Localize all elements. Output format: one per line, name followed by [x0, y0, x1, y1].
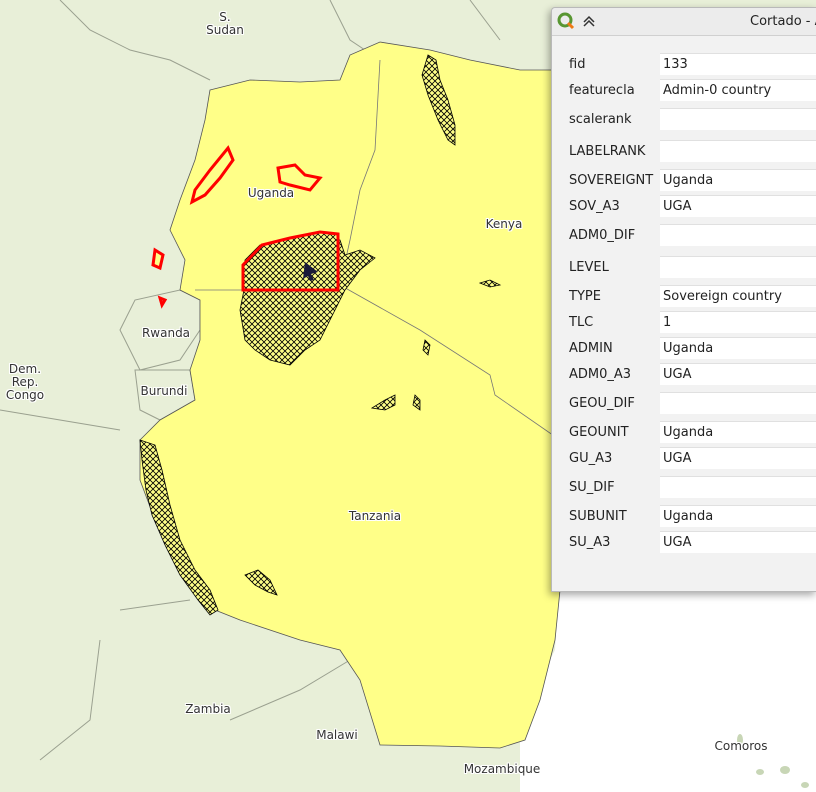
attr-row-labelrank: LABELRANK	[552, 139, 816, 165]
label-tanzania: Tanzania	[348, 509, 402, 523]
attr-key: SUBUNIT	[569, 509, 627, 524]
attr-row-level: LEVEL	[552, 255, 816, 281]
attr-value: Uganda	[663, 341, 714, 356]
label-uganda: Uganda	[247, 186, 295, 200]
attr-key: GU_A3	[569, 451, 613, 466]
attr-row-sovereignt: SOVEREIGNT Uganda	[552, 168, 816, 194]
label-rwanda: Rwanda	[141, 326, 191, 340]
attr-row-adm0-a3: ADM0_A3 UGA	[552, 362, 816, 388]
attr-key: ADM0_A3	[569, 367, 632, 382]
attr-key: fid	[569, 57, 586, 72]
attr-value-field[interactable]	[660, 108, 816, 130]
attr-key: LABELRANK	[569, 144, 646, 159]
attr-value: UGA	[663, 451, 692, 466]
attr-key: ADMIN	[569, 341, 613, 356]
ocean	[520, 560, 816, 792]
attr-row-su-a3: SU_A3 UGA	[552, 530, 816, 556]
chevron-up-icon[interactable]	[581, 13, 597, 29]
attr-value-field[interactable]	[660, 140, 816, 162]
attr-key: ADM0_DIF	[569, 228, 636, 243]
label-comoros: Comoros	[714, 739, 768, 753]
attr-value-field[interactable]: Uganda	[660, 505, 816, 527]
attr-value: Uganda	[663, 509, 714, 524]
attr-row-subunit: SUBUNIT Uganda	[552, 504, 816, 530]
label-kenya: Kenya	[485, 217, 523, 231]
attr-value-field[interactable]	[660, 224, 816, 246]
attr-value-field[interactable]	[660, 256, 816, 278]
attr-key: SU_DIF	[569, 480, 615, 495]
label-mozambique: Mozambique	[463, 762, 541, 776]
attr-key: featurecla	[569, 83, 635, 98]
label-burundi: Burundi	[140, 384, 188, 398]
label-malawi: Malawi	[316, 728, 358, 742]
attr-value: Admin-0 country	[663, 83, 772, 98]
attr-row-tlc: TLC 1	[552, 310, 816, 336]
attr-value-field[interactable]: Uganda	[660, 421, 816, 443]
attr-value-field[interactable]: 133	[660, 53, 816, 75]
attr-row-geounit: GEOUNIT Uganda	[552, 420, 816, 446]
attr-value: UGA	[663, 199, 692, 214]
attr-value-field[interactable]: UGA	[660, 531, 816, 553]
qgis-icon	[557, 12, 575, 30]
attr-value-field[interactable]: UGA	[660, 363, 816, 385]
attr-key: TLC	[569, 315, 594, 330]
attr-row-su-dif: SU_DIF	[552, 475, 816, 501]
attr-key: TYPE	[569, 289, 601, 304]
attr-value: UGA	[663, 535, 692, 550]
attr-row-type: TYPE Sovereign country	[552, 284, 816, 310]
attr-value: Sovereign country	[663, 289, 782, 304]
attr-row-fid: fid 133	[552, 52, 816, 78]
attr-key: scalerank	[569, 112, 632, 127]
attr-value-field[interactable]: UGA	[660, 195, 816, 217]
attr-key: LEVEL	[569, 260, 609, 275]
label-drc: Dem. Rep. Congo	[5, 362, 45, 402]
attr-key: GEOU_DIF	[569, 396, 635, 411]
attr-value: 1	[663, 315, 672, 330]
attr-row-gu-a3: GU_A3 UGA	[552, 446, 816, 472]
attr-key: SOV_A3	[569, 199, 620, 214]
feature-attributes-dialog[interactable]: Cortado - A fid 133 featurecla Admin-0 c…	[551, 7, 816, 592]
attr-row-scalerank: scalerank	[552, 107, 816, 133]
attr-value-field[interactable]	[660, 476, 816, 498]
attr-value-field[interactable]: Admin-0 country	[660, 79, 816, 101]
label-s-sudan: S. Sudan	[206, 10, 244, 37]
dialog-titlebar[interactable]: Cortado - A	[552, 8, 816, 36]
attr-row-admin: ADMIN Uganda	[552, 336, 816, 362]
attr-value: Uganda	[663, 425, 714, 440]
attr-row-featurecla: featurecla Admin-0 country	[552, 78, 816, 104]
attr-row-adm0-dif: ADM0_DIF	[552, 223, 816, 249]
attr-value: 133	[663, 57, 688, 72]
attr-value-field[interactable]: Uganda	[660, 169, 816, 191]
attr-key: SOVEREIGNT	[569, 173, 654, 188]
attr-row-sov-a3: SOV_A3 UGA	[552, 194, 816, 220]
attr-value: Uganda	[663, 173, 714, 188]
attr-value-field[interactable]: 1	[660, 311, 816, 333]
attr-value: UGA	[663, 367, 692, 382]
attr-value-field[interactable]: Uganda	[660, 337, 816, 359]
attr-key: GEOUNIT	[569, 425, 629, 440]
dialog-title: Cortado - A	[750, 14, 816, 29]
attr-value-field[interactable]: Sovereign country	[660, 285, 816, 307]
label-zambia: Zambia	[185, 702, 231, 716]
attr-value-field[interactable]: UGA	[660, 447, 816, 469]
attr-row-geou-dif: GEOU_DIF	[552, 391, 816, 417]
attr-value-field[interactable]	[660, 392, 816, 414]
attr-key: SU_A3	[569, 535, 611, 550]
